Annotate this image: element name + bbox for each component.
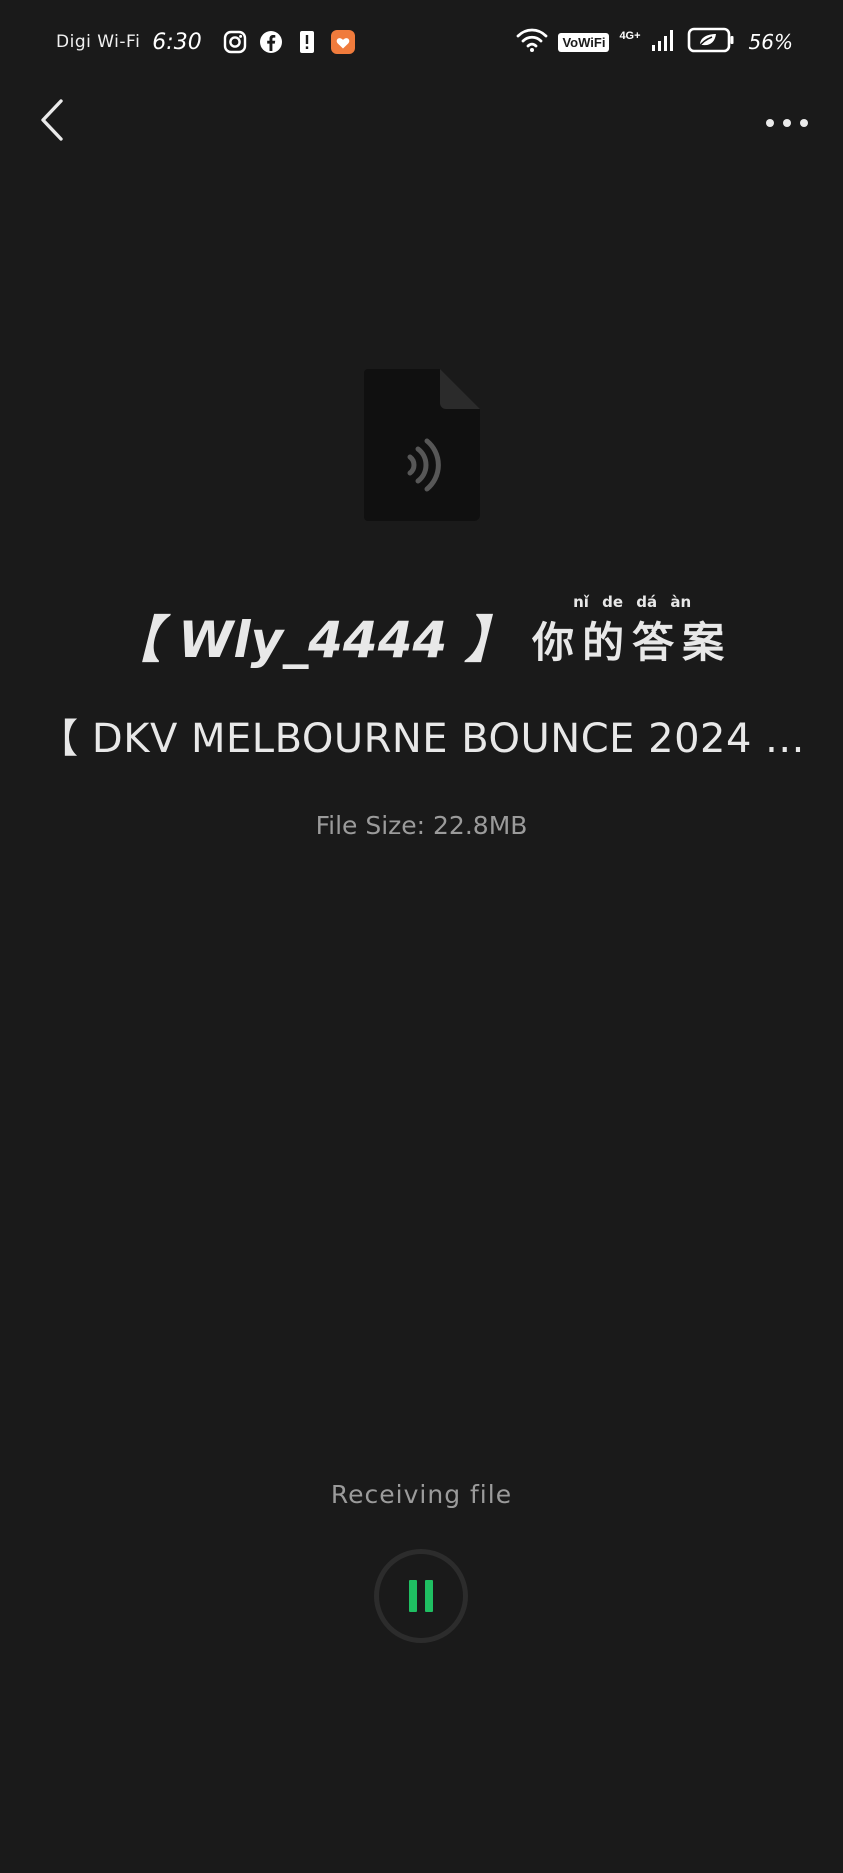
pause-button[interactable] — [374, 1549, 468, 1643]
file-title-line-2: 【 DKV MELBOURNE BOUNCE 2024 ... — [38, 716, 805, 762]
file-title-pinyin: nǐ de dá àn — [573, 593, 692, 611]
chevron-left-icon — [37, 98, 67, 146]
pause-icon-bar-right — [425, 1580, 433, 1612]
instagram-icon — [222, 29, 248, 55]
battery-percent: 56% — [748, 30, 793, 54]
wifi-icon — [516, 26, 548, 58]
file-title-cjk-group: nǐ de dá àn 你的答案 — [532, 593, 733, 670]
more-horizontal-icon — [765, 113, 809, 132]
clock: 6:30 — [152, 29, 202, 55]
status-right: VoWiFi 4G+ 56% — [516, 26, 793, 58]
network-type-label: 4G+ — [619, 30, 641, 42]
more-options-button[interactable] — [759, 96, 815, 148]
carrier-label: Digi Wi-Fi — [56, 32, 141, 52]
pause-icon-bar-left — [409, 1580, 417, 1612]
receiving-status-label: Receiving file — [330, 1480, 513, 1509]
file-title-line-1: 【 Wly_4444 】 nǐ de dá àn 你的答案 — [0, 593, 843, 672]
back-button[interactable] — [26, 96, 78, 148]
battery-icon — [687, 27, 735, 57]
facebook-icon — [258, 29, 284, 55]
file-title-prefix: 【 Wly_4444 】 — [110, 611, 515, 669]
nav-bar — [0, 88, 843, 158]
status-left: Digi Wi-Fi 6:30 — [56, 29, 356, 55]
shopee-icon — [330, 29, 356, 55]
status-bar: Digi Wi-Fi 6:30 VoWiFi 4G+ 56% — [0, 0, 843, 84]
audio-file-icon — [364, 369, 480, 521]
vowifi-badge: VoWiFi — [558, 32, 610, 52]
signal-icon — [651, 27, 677, 57]
file-title-cjk: 你的答案 — [532, 618, 733, 667]
alert-icon — [294, 29, 320, 55]
file-size-label: File Size: 22.8MB — [315, 811, 528, 840]
